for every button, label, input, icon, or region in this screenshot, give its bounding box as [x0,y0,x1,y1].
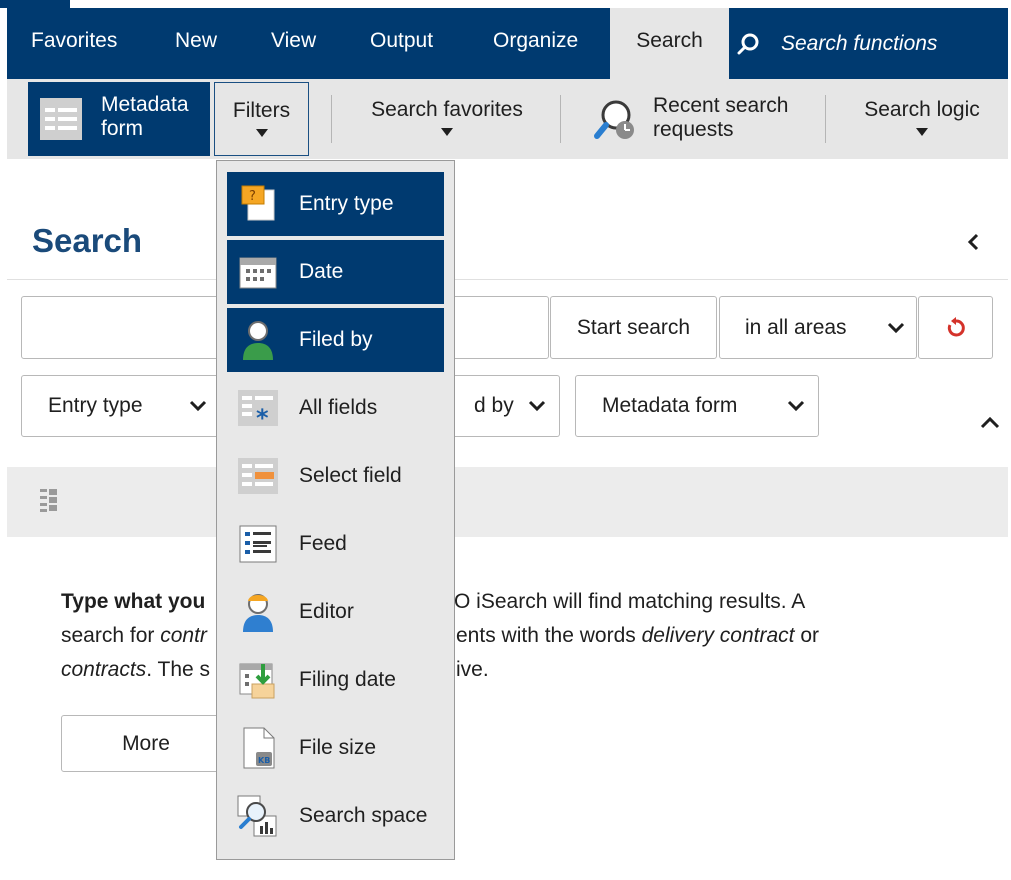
chevron-down-icon [441,128,453,136]
help-line1-end: O iSearch will find matching results. A [454,590,806,613]
menu-output[interactable]: Output [370,8,433,79]
search-functions-placeholder: Search functions [781,31,938,55]
menu-organize[interactable]: Organize [493,8,578,79]
recent-search-requests-button[interactable]: Recent search requests [587,82,807,156]
filter-option-label: Feed [299,532,347,555]
help-bold: Type what you [61,590,206,613]
ribbon-divider [825,95,826,143]
menu-search[interactable]: Search [610,8,729,79]
help-line2-mid: ents with the words [456,624,642,647]
search-logic-label: Search logic [864,98,980,121]
filter-option-label: Entry type [299,192,394,215]
filed-by-filter-label: d by [474,394,514,417]
help-line3-mid: . The s [146,658,211,681]
svg-text:KB: KB [258,756,270,765]
search-favorites-label: Search favorites [371,98,523,121]
help-line3-end: ive. [456,658,489,681]
help-line2-italic: contr [160,624,207,647]
filters-button[interactable]: Filters [214,82,309,156]
chevron-up-icon[interactable] [978,413,1002,431]
form-icon [40,98,82,140]
chevron-down-icon [916,128,928,136]
help-line2-end: or [794,624,820,647]
help-line2-italic2: delivery contract [641,624,795,647]
filter-option-label: Date [299,260,344,283]
menu-view[interactable]: View [271,8,316,79]
editor-icon [243,594,273,632]
search-space-icon [237,795,277,837]
filter-option-editor[interactable]: Editor [227,580,444,644]
filter-option-label: Filed by [299,328,373,351]
chevron-down-icon [189,400,207,412]
result-list-toolbar [7,467,1008,537]
filter-option-search-space[interactable]: Search space [227,784,444,848]
filter-option-label: Search space [299,804,428,827]
start-search-button[interactable]: Start search [550,296,717,359]
filters-dropdown-menu: ? Entry type Date Filed by * All fields [216,160,455,860]
filter-option-date[interactable]: Date [227,240,444,304]
filter-option-filing-date[interactable]: Filing date [227,648,444,712]
search-icon [737,33,759,54]
ribbon-divider [560,95,561,143]
person-icon [243,321,273,360]
filter-option-file-size[interactable]: KB File size [227,716,444,780]
chevron-left-icon[interactable] [963,227,983,257]
list-view-icon[interactable] [40,487,58,515]
more-button[interactable]: More [61,715,231,772]
feed-icon [239,525,277,563]
filter-option-entry-type[interactable]: ? Entry type [227,172,444,236]
reset-button[interactable] [918,296,993,359]
filing-date-icon [239,663,275,699]
recent-search-requests-label: Recent search requests [653,94,789,141]
menu-favorites[interactable]: Favorites [31,8,117,79]
recent-search-icon [594,100,634,139]
file-size-icon: KB [243,727,275,769]
menu-new[interactable]: New [175,8,217,79]
svg-text:?: ? [249,189,256,204]
reset-icon [947,316,965,336]
filter-option-select-field[interactable]: Select field [227,444,444,508]
divider [7,279,1008,280]
search-favorites-button[interactable]: Search favorites [347,82,547,156]
help-line3-italic: contracts [61,658,147,681]
entry-type-icon: ? [241,185,275,221]
select-field-icon [238,458,278,494]
entry-type-filter[interactable]: Entry type [21,375,221,437]
ribbon-divider [331,95,332,143]
calendar-icon [239,257,277,289]
filter-option-label: Filing date [299,668,396,691]
metadata-form-label: Metadata form [101,93,189,140]
help-line2-start: search for [61,624,161,647]
chevron-down-icon [528,400,546,412]
search-functions-field[interactable]: Search functions [737,8,937,79]
filter-option-label: Select field [299,464,402,487]
window-corner-tab [0,0,70,8]
search-scope-value: in all areas [745,315,847,339]
all-fields-icon: * [238,390,278,430]
ribbon: Metadata form Filters Search favorites R… [7,79,1008,159]
filters-label: Filters [232,99,291,122]
filter-option-label: Editor [299,600,354,623]
filter-option-filed-by[interactable]: Filed by [227,308,444,372]
chevron-down-icon [255,129,268,137]
chevron-down-icon [787,400,805,412]
metadata-form-filter[interactable]: Metadata form [575,375,819,437]
search-scope-select[interactable]: in all areas [719,296,917,359]
metadata-form-button[interactable]: Metadata form [28,82,210,156]
search-logic-button[interactable]: Search logic [852,82,992,156]
filter-option-all-fields[interactable]: * All fields [227,376,444,440]
metadata-form-filter-label: Metadata form [602,394,738,417]
filter-option-feed[interactable]: Feed [227,512,444,576]
filter-option-label: File size [299,736,377,759]
menu-bar: Favorites New View Output Organize Searc… [7,8,1008,79]
filed-by-filter[interactable]: d by [440,375,560,437]
page-title: Search [32,222,143,259]
svg-text:*: * [256,404,269,430]
chevron-down-icon [887,322,905,334]
filter-option-label: All fields [299,396,378,419]
entry-type-filter-label: Entry type [48,394,143,417]
